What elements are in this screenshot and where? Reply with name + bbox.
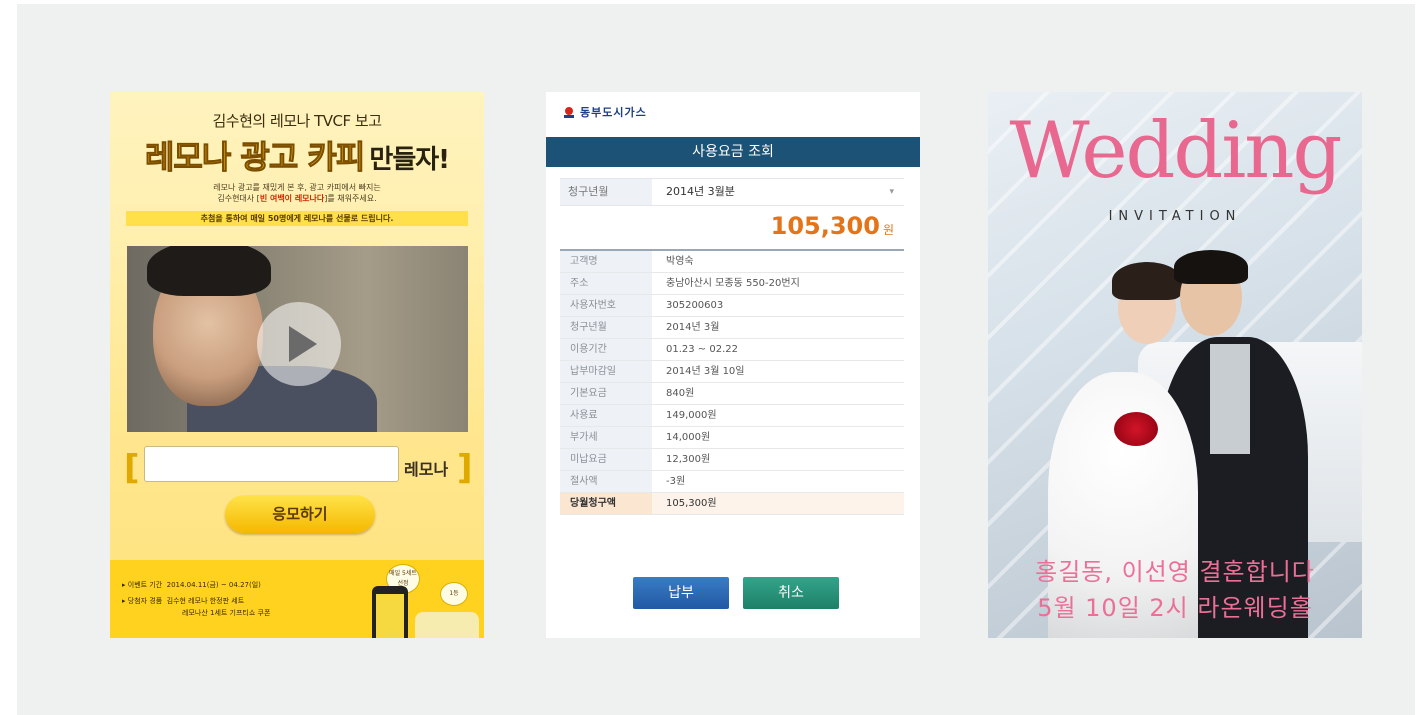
table-row: 주소 충남아산시 모종동 550-20번지	[560, 273, 904, 295]
promo-description: 레모나 광고를 재밌게 본 후, 광고 카피에서 빠지는 김수현대사 [빈 여백…	[110, 182, 484, 204]
row-value: -3원	[666, 476, 686, 487]
product-image	[415, 612, 479, 638]
row-value: 충남아산시 모종동 550-20번지	[666, 278, 800, 289]
cancel-button[interactable]: 취소	[743, 577, 839, 609]
row-value: 12,300원	[666, 454, 711, 465]
table-row: 납부마감일 2014년 3월 10일	[560, 361, 904, 383]
enter-button[interactable]: 응모하기	[225, 495, 375, 533]
bracket-right: ]	[457, 448, 473, 488]
event-period-row: ▸ 이벤트 기간 2014.04.11(금) ~ 04.27(일)	[122, 581, 261, 589]
table-row: 이용기간 01.23 ~ 02.22	[560, 339, 904, 361]
gas-brand-name: 동부도시가스	[580, 106, 647, 119]
row-label: 이용기간	[560, 339, 652, 360]
row-value: 305200603	[666, 300, 724, 311]
row-label: 사용료	[560, 405, 652, 426]
rose-bouquet	[1114, 412, 1158, 446]
gallery-panel: 김수현의 레모나 TVCF 보고 레모나 광고 카피 만들자! 레모나 광고를 …	[17, 4, 1415, 715]
promo-desc-highlight: 빈 여백이 레모나다	[259, 194, 325, 203]
bill-amount: 105,300 원	[771, 212, 894, 240]
row-value: 2014년 3월 10일	[666, 366, 745, 377]
chevron-down-icon: ▾	[889, 187, 894, 197]
billing-month-label: 청구년월	[560, 179, 652, 205]
bill-amount-value: 105,300	[770, 212, 880, 240]
bride-hair	[1112, 262, 1182, 300]
table-row: 절사액 -3원	[560, 471, 904, 493]
bill-detail-table: 고객명 박영숙 주소 충남아산시 모종동 550-20번지 사용자번호 3052006…	[560, 249, 904, 515]
row-label: 사용자번호	[560, 295, 652, 316]
row-label: 청구년월	[560, 317, 652, 338]
pay-button[interactable]: 납부	[633, 577, 729, 609]
wedding-date-place: 5월 10일 2시 라온웨딩홀	[1037, 594, 1313, 622]
winner-label: 당첨자 경품	[127, 597, 163, 605]
wedding-title: Wedding	[1009, 106, 1343, 196]
table-row: 부가세 14,000원	[560, 427, 904, 449]
row-value: 149,000원	[666, 410, 717, 421]
row-value: 105,300원	[666, 498, 717, 509]
winner-line1: 김수현 레모나 한정판 세트	[166, 597, 245, 605]
bracket-left: [	[124, 448, 140, 488]
promo-big-title: 레모나 광고 카피 만들자!	[110, 132, 484, 178]
wedding-names: 홍길동, 이선영 결혼합니다	[1035, 558, 1315, 586]
gas-bill-card: 동부도시가스 사용요금 조회 청구년월 2014년 3월분 ▾ 105,300 원…	[546, 92, 920, 638]
promo-headline: 김수현의 레모나 TVCF 보고	[212, 112, 382, 130]
table-row: 사용자번호 305200603	[560, 295, 904, 317]
promo-card: 김수현의 레모나 TVCF 보고 레모나 광고 카피 만들자! 레모나 광고를 …	[110, 92, 484, 638]
bill-amount-unit: 원	[882, 223, 894, 237]
promo-desc-line1: 레모나 광고를 재밌게 본 후, 광고 카피에서 빠지는	[213, 183, 381, 192]
billing-month-select[interactable]: 청구년월 2014년 3월분 ▾	[560, 178, 904, 206]
row-label: 주소	[560, 273, 652, 294]
row-value: 01.23 ~ 02.22	[666, 344, 738, 355]
event-period-label: 이벤트 기간	[127, 581, 163, 589]
table-row: 사용료 149,000원	[560, 405, 904, 427]
promo-video[interactable]	[127, 246, 468, 432]
promo-footer: ▸ 이벤트 기간 2014.04.11(금) ~ 04.27(일) ▸ 당첨자 …	[110, 560, 484, 638]
promo-prize-bar: 추첨을 통하여 매일 50명에게 레모나를 선물로 드립니다.	[126, 211, 468, 226]
event-period-value: 2014.04.11(금) ~ 04.27(일)	[166, 581, 261, 589]
video-person-hair	[147, 246, 271, 296]
promo-big-title-text: 레모나 광고 카피	[144, 138, 365, 177]
row-value: 840원	[666, 388, 695, 399]
table-row: 청구년월 2014년 3월	[560, 317, 904, 339]
groom-shirt	[1210, 344, 1250, 454]
table-row-total: 당월청구액 105,300원	[560, 493, 904, 515]
row-label: 절사액	[560, 471, 652, 492]
wedding-subtitle: INVITATION	[1108, 209, 1242, 224]
row-label: 미납요금	[560, 449, 652, 470]
copy-input[interactable]	[144, 446, 399, 482]
promo-desc-line2: 김수현대사 [빈 여백이 레모나다]를 채워주세요.	[110, 193, 484, 204]
promo-desc-part: ]를 채워주세요.	[324, 194, 377, 203]
row-value: 박영숙	[666, 256, 694, 267]
row-label: 고객명	[560, 251, 652, 272]
billing-month-value: 2014년 3월분	[666, 185, 735, 198]
row-value: 2014년 3월	[666, 322, 720, 333]
groom-hair	[1174, 250, 1248, 284]
winner-row-2: 레모나산 1세트 기프티쇼 쿠폰	[182, 609, 271, 617]
gas-logo-icon	[564, 107, 574, 118]
table-row: 고객명 박영숙	[560, 251, 904, 273]
promo-desc-part: 김수현대사 [	[217, 194, 260, 203]
promo-big-title-suffix: 만들자!	[369, 145, 450, 175]
row-label: 납부마감일	[560, 361, 652, 382]
gas-title-bar: 사용요금 조회	[546, 137, 920, 167]
row-label: 당월청구액	[560, 493, 652, 514]
wedding-card: Wedding INVITATION 홍길동, 이선영 결혼합니다 5월 10일…	[988, 92, 1362, 638]
row-label: 부가세	[560, 427, 652, 448]
row-label: 기본요금	[560, 383, 652, 404]
phone-icon	[372, 586, 408, 638]
table-row: 미납요금 12,300원	[560, 449, 904, 471]
promo-bubble-2: 1등	[440, 582, 468, 606]
row-value: 14,000원	[666, 432, 711, 443]
input-suffix: 레모나	[404, 460, 449, 479]
play-icon[interactable]	[257, 302, 341, 386]
winner-row: ▸ 당첨자 경품 김수현 레모나 한정판 세트	[122, 597, 245, 605]
table-row: 기본요금 840원	[560, 383, 904, 405]
